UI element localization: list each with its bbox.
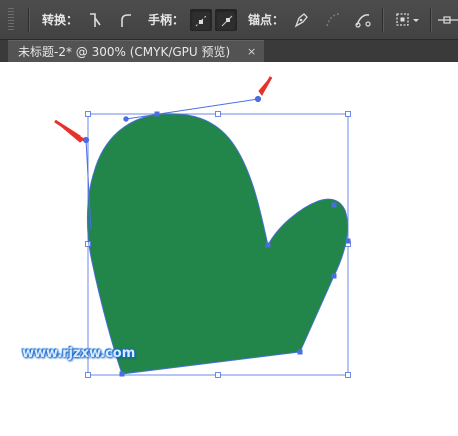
handle-mirror-button[interactable] — [190, 9, 212, 31]
mitten-shape[interactable] — [87, 113, 348, 374]
canvas[interactable]: www.rjzxw.com — [0, 62, 458, 436]
direction-handle[interactable] — [123, 116, 129, 122]
add-anchor-button[interactable] — [290, 9, 312, 31]
anchor-label: 锚点： — [248, 13, 285, 27]
document-title: 未标题-2* @ 300% (CMYK/GPU 预览) — [18, 45, 231, 59]
delete-anchor-button[interactable] — [322, 9, 344, 31]
gear-icon — [396, 13, 419, 26]
annotation-arrow — [258, 76, 273, 96]
handle-independent-button[interactable] — [215, 9, 237, 31]
close-icon[interactable]: × — [247, 44, 256, 60]
path-arrange-button[interactable] — [436, 9, 458, 31]
toolbar-separator — [430, 8, 432, 32]
path-operations-button[interactable] — [352, 9, 374, 31]
direction-handle[interactable] — [82, 136, 90, 144]
smooth-point-icon — [121, 14, 131, 27]
handle-free-icon — [221, 15, 233, 27]
line-settings-icon — [438, 16, 458, 24]
handle-label: 手柄： — [148, 13, 185, 27]
align-edges-dropdown[interactable] — [393, 9, 423, 31]
toolbar-separator — [28, 8, 30, 32]
document-tab-bar: 未标题-2* @ 300% (CMYK/GPU 预览) × — [0, 40, 458, 62]
convert-point-corner-button[interactable] — [84, 9, 106, 31]
watermark: www.rjzxw.com — [22, 346, 136, 361]
curve-disabled-icon — [326, 13, 340, 27]
annotation-arrow — [54, 119, 85, 143]
options-bar: 转换： 手柄： 锚点： — [0, 0, 458, 40]
corner-point-icon — [90, 13, 101, 27]
handle-linked-icon — [195, 14, 208, 27]
path-ops-icon — [355, 14, 371, 28]
convert-label: 转换： — [42, 13, 79, 27]
direction-handle[interactable] — [254, 95, 262, 103]
pen-icon — [294, 13, 308, 28]
artwork — [54, 76, 351, 378]
toolbar-grip[interactable] — [8, 8, 14, 32]
document-tab[interactable]: 未标题-2* @ 300% (CMYK/GPU 预览) × — [8, 40, 264, 62]
convert-point-smooth-button[interactable] — [114, 9, 136, 31]
toolbar-separator — [382, 8, 384, 32]
